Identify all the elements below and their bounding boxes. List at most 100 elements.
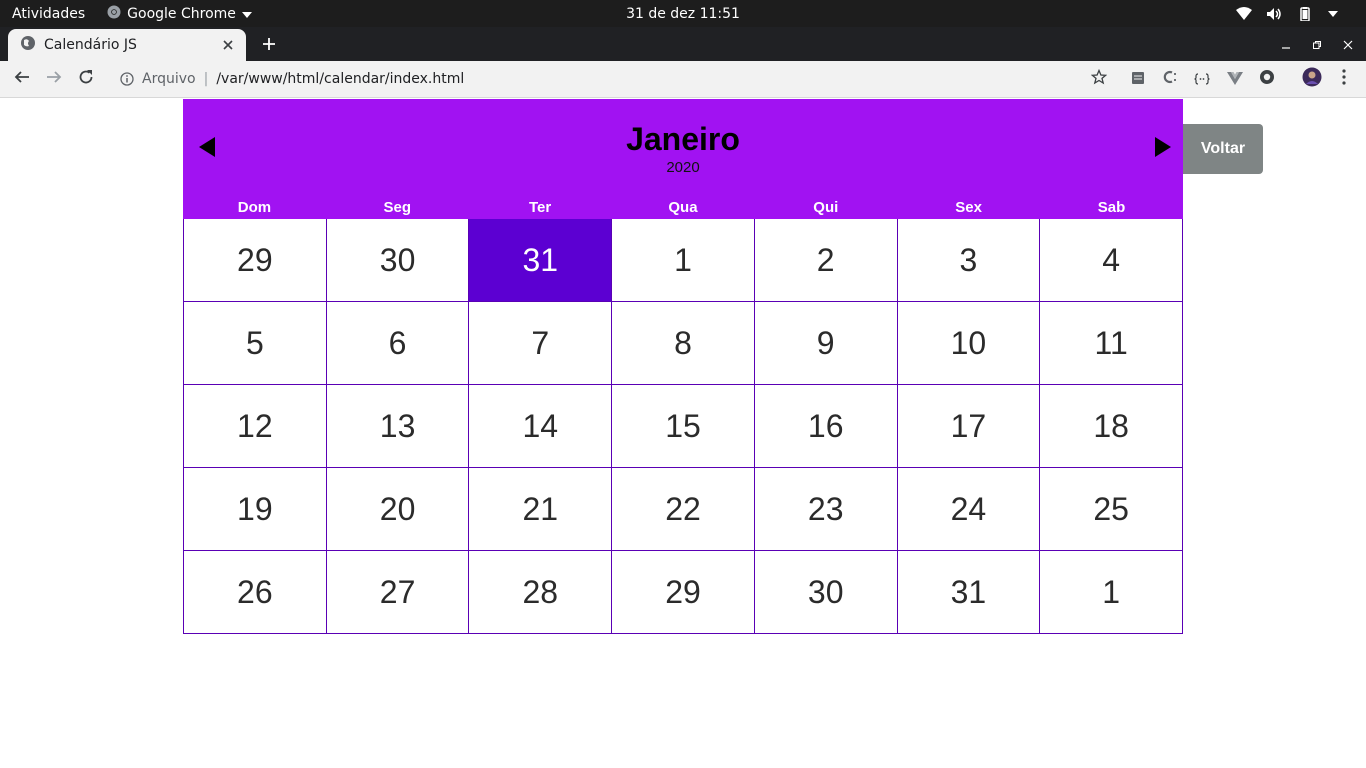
day-cell[interactable]: 14 bbox=[469, 385, 613, 468]
activities-button[interactable]: Atividades bbox=[12, 6, 85, 22]
back-button-voltar[interactable]: Voltar bbox=[1183, 124, 1263, 174]
app-menu-label: Google Chrome bbox=[127, 5, 236, 22]
maximize-window-button[interactable] bbox=[1302, 27, 1332, 61]
arrow-right-icon bbox=[46, 69, 62, 89]
day-cell[interactable]: 23 bbox=[754, 468, 898, 551]
weekday-label: Seg bbox=[383, 199, 412, 216]
new-tab-button[interactable] bbox=[258, 34, 280, 56]
day-cell[interactable]: 16 bbox=[754, 385, 898, 468]
star-icon bbox=[1090, 68, 1108, 89]
weekday-label: Qua bbox=[668, 199, 698, 216]
day-cell[interactable]: 31 bbox=[897, 551, 1041, 634]
power-menu-icon[interactable] bbox=[1328, 10, 1338, 17]
close-window-button[interactable] bbox=[1333, 27, 1363, 61]
day-cell[interactable]: 3 bbox=[897, 219, 1041, 302]
year-label: 2020 bbox=[666, 159, 700, 176]
tab-calendario[interactable]: Calendário JS bbox=[8, 29, 246, 61]
extension-vue-icon bbox=[1227, 70, 1243, 89]
day-cell[interactable]: 11 bbox=[1040, 302, 1183, 385]
day-cell[interactable]: 27 bbox=[326, 551, 470, 634]
day-cell[interactable]: 21 bbox=[469, 468, 613, 551]
day-cell[interactable]: 10 bbox=[897, 302, 1041, 385]
extension-c-icon bbox=[1162, 69, 1178, 89]
volume-icon[interactable] bbox=[1266, 7, 1282, 21]
tab-strip: Calendário JS bbox=[0, 27, 1366, 61]
day-cell[interactable]: 22 bbox=[612, 468, 755, 551]
omnibox-divider: | bbox=[203, 71, 209, 87]
next-month-button[interactable] bbox=[1153, 137, 1173, 161]
browser-toolbar: Arquivo | /var/www/html/calendar/index.h… bbox=[0, 61, 1366, 98]
app-menu[interactable]: Google Chrome bbox=[107, 5, 252, 23]
day-cell[interactable]: 7 bbox=[469, 302, 613, 385]
extension-vue-button[interactable] bbox=[1221, 61, 1249, 97]
reload-button[interactable] bbox=[72, 61, 100, 97]
day-cell[interactable]: 26 bbox=[184, 551, 327, 634]
info-icon[interactable] bbox=[118, 72, 136, 86]
day-cell[interactable]: 8 bbox=[612, 302, 755, 385]
day-cell[interactable]: 29 bbox=[612, 551, 755, 634]
day-cell[interactable]: 2 bbox=[754, 219, 898, 302]
day-cell[interactable]: 6 bbox=[326, 302, 470, 385]
day-cell[interactable]: 12 bbox=[184, 385, 327, 468]
avatar bbox=[1302, 67, 1322, 91]
day-cell[interactable]: 19 bbox=[184, 468, 327, 551]
profile-button[interactable] bbox=[1298, 61, 1326, 97]
arrow-left-icon bbox=[14, 69, 30, 89]
bookmark-button[interactable] bbox=[1085, 61, 1113, 97]
globe-icon bbox=[20, 35, 36, 55]
back-button[interactable] bbox=[8, 61, 36, 97]
extension-circle-icon bbox=[1259, 69, 1275, 89]
security-label: Arquivo bbox=[142, 71, 196, 87]
day-cell[interactable]: 5 bbox=[184, 302, 327, 385]
battery-icon[interactable] bbox=[1296, 6, 1314, 21]
weekday-label: Dom bbox=[237, 199, 272, 216]
reload-icon bbox=[78, 69, 94, 89]
url-text[interactable]: /var/www/html/calendar/index.html bbox=[216, 71, 464, 87]
system-clock[interactable]: 31 de dez 11:51 bbox=[626, 6, 740, 22]
extension-list-icon bbox=[1130, 70, 1146, 89]
day-cell[interactable]: 30 bbox=[326, 219, 470, 302]
address-bar[interactable]: Arquivo | /var/www/html/calendar/index.h… bbox=[110, 64, 1120, 94]
close-tab-icon[interactable] bbox=[220, 37, 236, 53]
triangle-right-icon bbox=[1155, 137, 1171, 161]
wifi-icon[interactable] bbox=[1236, 7, 1252, 20]
chrome-menu-button[interactable] bbox=[1330, 61, 1358, 97]
day-cell[interactable]: 1 bbox=[1040, 551, 1183, 634]
weekday-label: Sex bbox=[955, 199, 982, 216]
chevron-down-icon bbox=[241, 6, 252, 22]
month-title: Janeiro bbox=[626, 121, 740, 157]
day-cell[interactable]: 17 bbox=[897, 385, 1041, 468]
day-cell[interactable]: 28 bbox=[469, 551, 613, 634]
extension-circle-button[interactable] bbox=[1253, 61, 1281, 97]
minimize-window-button[interactable] bbox=[1271, 27, 1301, 61]
day-cell[interactable]: 20 bbox=[326, 468, 470, 551]
day-cell-today[interactable]: 31 bbox=[469, 219, 613, 302]
tab-title: Calendário JS bbox=[44, 37, 137, 53]
extension-list-button[interactable] bbox=[1124, 61, 1152, 97]
weekday-row: Dom Seg Ter Qua Qui Sex Sab bbox=[183, 199, 1183, 219]
system-top-bar: Atividades Google Chrome 31 de dez 11:51 bbox=[0, 0, 1366, 27]
extension-c-button[interactable] bbox=[1156, 61, 1184, 97]
day-cell[interactable]: 25 bbox=[1040, 468, 1183, 551]
extension-braces-button[interactable] bbox=[1188, 61, 1216, 97]
calendar-header: Janeiro 2020 bbox=[183, 99, 1183, 199]
day-grid: 29 30 31 1 2 3 4 5 6 7 8 9 10 11 12 13 1… bbox=[183, 219, 1183, 634]
forward-button[interactable] bbox=[40, 61, 68, 97]
page-content: Janeiro 2020 Dom Seg Ter Qua Qui Sex Sab… bbox=[0, 98, 1366, 768]
day-cell[interactable]: 13 bbox=[326, 385, 470, 468]
day-cell[interactable]: 9 bbox=[754, 302, 898, 385]
chrome-icon bbox=[107, 5, 121, 23]
close-icon bbox=[1343, 35, 1353, 54]
day-cell[interactable]: 29 bbox=[184, 219, 327, 302]
day-cell[interactable]: 4 bbox=[1040, 219, 1183, 302]
extension-braces-icon bbox=[1194, 70, 1210, 89]
plus-icon bbox=[262, 36, 276, 55]
minimize-icon bbox=[1281, 35, 1291, 54]
day-cell[interactable]: 1 bbox=[612, 219, 755, 302]
day-cell[interactable]: 15 bbox=[612, 385, 755, 468]
day-cell[interactable]: 24 bbox=[897, 468, 1041, 551]
more-vert-icon bbox=[1342, 69, 1346, 89]
day-cell[interactable]: 30 bbox=[754, 551, 898, 634]
day-cell[interactable]: 18 bbox=[1040, 385, 1183, 468]
restore-icon bbox=[1312, 35, 1322, 54]
